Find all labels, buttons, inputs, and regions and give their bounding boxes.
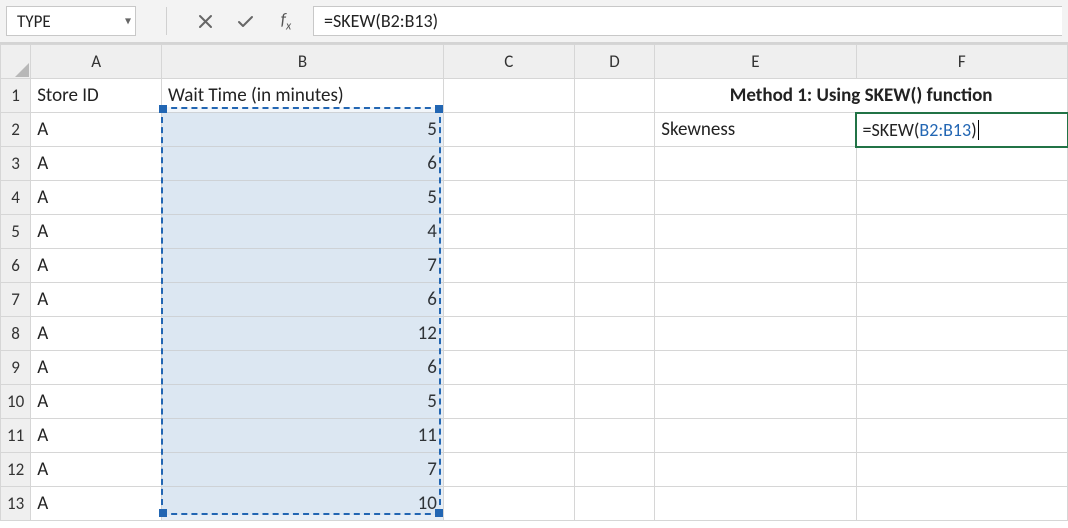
cell-B12[interactable]: 7 [162, 453, 444, 487]
cell-C2[interactable] [443, 113, 574, 147]
cell-D1[interactable] [574, 79, 655, 113]
row-head-4[interactable]: 4 [1, 181, 31, 215]
cell-E2[interactable]: Skewness [655, 113, 856, 147]
row-head-7[interactable]: 7 [1, 283, 31, 317]
col-head-E[interactable]: E [655, 45, 856, 79]
row-head-8[interactable]: 8 [1, 317, 31, 351]
chevron-down-icon[interactable]: ▾ [125, 14, 131, 29]
cell-A4[interactable]: A [31, 181, 162, 215]
cell-A1[interactable]: Store ID [31, 79, 162, 113]
cell-B11[interactable]: 11 [162, 419, 444, 453]
grid[interactable]: A B C D E F 1 Store ID Wait Time (in min… [0, 44, 1068, 521]
formula-text-suffix: ) [433, 10, 438, 32]
cell-C1[interactable] [443, 79, 574, 113]
cell-A3[interactable]: A [31, 147, 162, 181]
formula-bar: TYPE ▾ fx =SKEW(B2:B13) [0, 0, 1068, 44]
text-caret [978, 120, 979, 140]
worksheet[interactable]: A B C D E F 1 Store ID Wait Time (in min… [0, 44, 1068, 521]
formula-input[interactable]: =SKEW(B2:B13) [313, 6, 1062, 36]
name-box[interactable]: TYPE ▾ [6, 6, 136, 36]
cell-A8[interactable]: A [31, 317, 162, 351]
row-head-13[interactable]: 13 [1, 487, 31, 521]
cell-B13[interactable]: 10 [162, 487, 444, 521]
row-head-9[interactable]: 9 [1, 351, 31, 385]
formula-text-prefix: =SKEW( [324, 10, 381, 32]
cell-B2[interactable]: 5 [162, 113, 444, 147]
formula-text-ref: B2:B13 [381, 10, 433, 32]
edit-ref: B2:B13 [919, 119, 971, 141]
col-head-F[interactable]: F [856, 45, 1067, 79]
name-box-value: TYPE [17, 11, 51, 32]
row-head-6[interactable]: 6 [1, 249, 31, 283]
edit-prefix: =SKEW( [863, 119, 920, 141]
cell-B10[interactable]: 5 [162, 385, 444, 419]
cell-A12[interactable]: A [31, 453, 162, 487]
col-head-C[interactable]: C [443, 45, 574, 79]
cell-B5[interactable]: 4 [162, 215, 444, 249]
enter-icon[interactable] [231, 7, 259, 35]
cell-B9[interactable]: 6 [162, 351, 444, 385]
cell-B1[interactable]: Wait Time (in minutes) [162, 79, 444, 113]
row-head-5[interactable]: 5 [1, 215, 31, 249]
cell-A9[interactable]: A [31, 351, 162, 385]
cell-B8[interactable]: 12 [162, 317, 444, 351]
cell-A5[interactable]: A [31, 215, 162, 249]
row-head-10[interactable]: 10 [1, 385, 31, 419]
select-all-triangle[interactable] [1, 45, 31, 79]
row-head-1[interactable]: 1 [1, 79, 31, 113]
row-head-2[interactable]: 2 [1, 113, 31, 147]
cell-B4[interactable]: 5 [162, 181, 444, 215]
row-head-3[interactable]: 3 [1, 147, 31, 181]
cancel-icon[interactable] [191, 7, 219, 35]
col-head-A[interactable]: A [31, 45, 162, 79]
cell-D2[interactable] [574, 113, 655, 147]
col-head-D[interactable]: D [574, 45, 655, 79]
cell-A7[interactable]: A [31, 283, 162, 317]
col-head-B[interactable]: B [162, 45, 444, 79]
row-head-12[interactable]: 12 [1, 453, 31, 487]
edit-suffix: ) [971, 119, 976, 141]
cell-A10[interactable]: A [31, 385, 162, 419]
cell-A6[interactable]: A [31, 249, 162, 283]
cell-A11[interactable]: A [31, 419, 162, 453]
fx-icon[interactable]: fx [271, 7, 299, 35]
separator [166, 7, 167, 35]
cell-B3[interactable]: 6 [162, 147, 444, 181]
cell-E1F1[interactable]: Method 1: Using SKEW() function [655, 79, 1068, 113]
cell-A2[interactable]: A [31, 113, 162, 147]
row-head-11[interactable]: 11 [1, 419, 31, 453]
cell-B7[interactable]: 6 [162, 283, 444, 317]
cell-A13[interactable]: A [31, 487, 162, 521]
cell-F2-editing[interactable]: =SKEW(B2:B13) [856, 113, 1067, 147]
cell-B6[interactable]: 7 [162, 249, 444, 283]
